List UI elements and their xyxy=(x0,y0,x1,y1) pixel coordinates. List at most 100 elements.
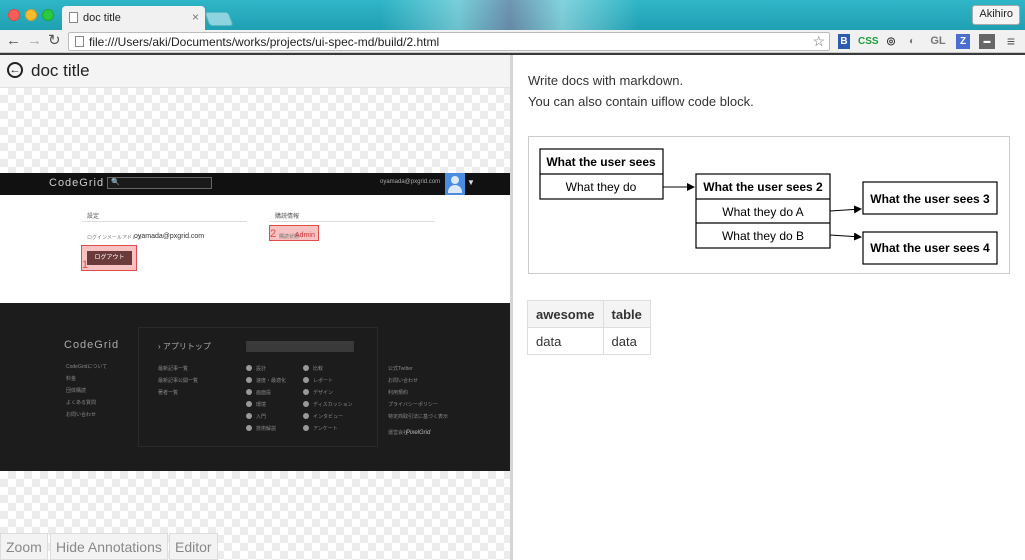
browser-tab[interactable]: doc title × xyxy=(62,6,205,30)
preview-header-bar: CodeGrid 🔍 oyamada@pxgrid.com ▼ xyxy=(0,173,511,195)
footer-link: 速度・最適化 xyxy=(256,378,287,384)
divider xyxy=(82,221,247,222)
flow-node-1-action: What they do xyxy=(566,180,637,194)
flow-edge xyxy=(829,232,862,241)
doc-header: ← doc title xyxy=(0,55,511,88)
preview-pane: ← doc title CodeGrid 🔍 oyamada@pxgrid.co… xyxy=(0,55,511,560)
bookmark-star-icon[interactable]: ☆ xyxy=(812,33,825,50)
extension-color-icon[interactable]: ◎ xyxy=(884,34,898,49)
plan-value: Admin xyxy=(295,232,315,239)
footer-logo: CodeGrid xyxy=(64,339,120,351)
preview-logout-button: ログアウト xyxy=(87,251,132,265)
footer-link: 比較 xyxy=(313,366,324,372)
close-window-button[interactable] xyxy=(8,9,20,21)
footer-search-field xyxy=(246,341,354,352)
preview-settings-section: 設定 購読情報 ログインメールアドレス oyamada@pxgrid.com ロ… xyxy=(0,195,511,303)
preview-search-field: 🔍 xyxy=(107,177,212,189)
profile-button[interactable]: Akihiro xyxy=(972,5,1020,25)
markdown-pane: Write docs with markdown. You can also c… xyxy=(513,55,1025,560)
footer-link: レポート xyxy=(313,378,334,384)
settings-heading: 設定 xyxy=(87,214,100,220)
table-cell: data xyxy=(602,327,651,355)
pixelgrid-logo: PixelGrid xyxy=(406,430,431,436)
tab-close-icon[interactable]: × xyxy=(192,10,199,24)
extension-z-icon[interactable]: Z xyxy=(956,34,970,49)
theme-artwork xyxy=(380,0,640,30)
table-header-cell: awesome xyxy=(527,300,604,328)
contract-heading: 購読情報 xyxy=(275,214,300,220)
footer-link: ディスカッション xyxy=(313,402,353,408)
login-email-value: oyamada@pxgrid.com xyxy=(134,233,205,240)
flow-node-2-title: What the user sees 2 xyxy=(703,180,823,194)
zoom-button[interactable]: Zoom xyxy=(0,533,48,560)
footer-link: 団体購読 xyxy=(66,388,87,394)
category-icon xyxy=(246,377,252,383)
footer-link: 環境 xyxy=(256,402,267,408)
extension-dial-icon[interactable]: ◐ xyxy=(905,34,919,49)
back-icon[interactable]: ← xyxy=(7,62,23,78)
footer-link: アンケート xyxy=(313,426,338,432)
footer-link: よくある質問 xyxy=(66,400,97,406)
markdown-paragraph: Write docs with markdown. xyxy=(528,73,684,88)
extension-css-icon[interactable]: CSS xyxy=(858,34,879,49)
footer-link: CodeGridについて xyxy=(66,364,108,370)
markdown-table: awesome table data data xyxy=(527,300,651,355)
uiflow-svg: What the user sees What they do What the… xyxy=(539,148,998,265)
footer-heading-text: アプリトップ xyxy=(162,342,211,351)
footer-link: 画面設 xyxy=(256,390,272,396)
markdown-paragraph: You can also contain uiflow code block. xyxy=(528,94,754,109)
page-title: doc title xyxy=(31,61,90,80)
browser-toolbar: ← → ↻ file:///Users/aki/Documents/works/… xyxy=(0,30,1025,53)
category-icon xyxy=(303,377,309,383)
address-bar[interactable]: file:///Users/aki/Documents/works/projec… xyxy=(68,32,830,51)
extension-bar-icon[interactable]: ▬ xyxy=(979,34,995,49)
minimize-window-button[interactable] xyxy=(25,9,37,21)
tab-title: doc title xyxy=(83,12,121,24)
zoom-window-button[interactable] xyxy=(42,9,54,21)
footer-link: プライバシーポリシー xyxy=(388,402,438,408)
back-arrow-icon[interactable]: ← xyxy=(6,32,21,50)
footer-link: 料金 xyxy=(66,376,77,382)
category-icon xyxy=(303,389,309,395)
table-row: data data xyxy=(527,327,651,355)
footer-link: 技術解説 xyxy=(256,426,277,432)
footer-link: 設計 xyxy=(256,366,267,372)
preview-footer: CodeGrid › アプリトップ CodeGridについて 料金 団体購読 よ… xyxy=(0,303,511,471)
footer-link: 最新記事一覧 xyxy=(158,366,189,372)
flow-edge xyxy=(829,205,862,214)
avatar xyxy=(445,173,465,195)
table-header-row: awesome table xyxy=(527,300,651,328)
flow-node-2-action-b: What they do B xyxy=(722,229,804,243)
footer-link: デザイン xyxy=(313,390,334,396)
footer-link: 公式Twitter xyxy=(388,366,413,372)
flow-node-3-title: What the user sees 3 xyxy=(870,192,990,206)
table-cell: data xyxy=(527,327,604,355)
hide-annotations-button[interactable]: Hide Annotations xyxy=(50,533,168,560)
category-icon xyxy=(246,401,252,407)
footer-link: インタビュー xyxy=(313,414,344,420)
category-icon xyxy=(246,389,252,395)
chevron-down-icon: ▼ xyxy=(467,178,475,187)
reload-icon[interactable]: ↻ xyxy=(48,32,61,50)
footer-link: 特定商取引法に基づく表示 xyxy=(388,414,449,420)
category-icon xyxy=(303,401,309,407)
category-icon xyxy=(303,365,309,371)
new-tab-button[interactable] xyxy=(204,12,234,26)
url-text: file:///Users/aki/Documents/works/projec… xyxy=(89,35,440,49)
footer-link: お問い合わせ xyxy=(388,378,419,384)
flow-node-1-title: What the user sees xyxy=(546,155,656,169)
forward-arrow-icon[interactable]: → xyxy=(27,32,42,50)
editor-button[interactable]: Editor xyxy=(169,533,218,560)
category-icon xyxy=(246,425,252,431)
footer-link: 利用規約 xyxy=(388,390,409,396)
category-icon xyxy=(246,413,252,419)
extension-b-icon[interactable]: B xyxy=(838,34,850,49)
category-icon xyxy=(246,365,252,371)
flow-node-4-title: What the user sees 4 xyxy=(870,241,990,255)
category-icon xyxy=(303,425,309,431)
extension-gl-icon[interactable]: GL xyxy=(929,34,947,49)
menu-icon[interactable]: ≡ xyxy=(1004,34,1018,49)
flow-node-2-action-a: What they do A xyxy=(722,205,803,219)
page-icon xyxy=(69,12,78,23)
uiflow-diagram: What the user sees What they do What the… xyxy=(528,136,1010,274)
